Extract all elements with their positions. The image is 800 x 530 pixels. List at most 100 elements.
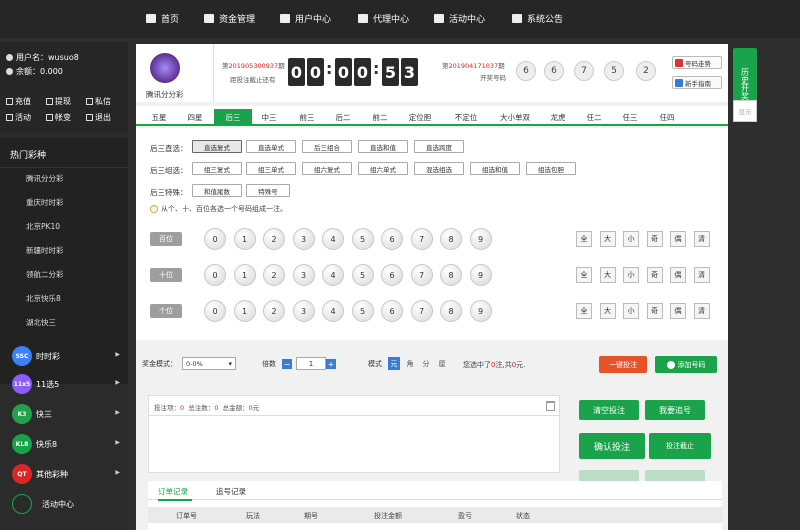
- subplay-button[interactable]: 组选和值: [470, 162, 520, 175]
- multiple-minus-button[interactable]: −: [282, 359, 292, 369]
- prize-mode-select[interactable]: 0-0%: [182, 357, 236, 370]
- number-ball[interactable]: 0: [204, 300, 226, 322]
- category-11x5[interactable]: 11x5 11选5 ▶: [0, 370, 128, 398]
- mode-jiao[interactable]: 角: [404, 357, 416, 370]
- show-toggle[interactable]: 显示: [733, 100, 757, 122]
- tab-big-small[interactable]: 大小单双: [494, 109, 536, 126]
- number-ball[interactable]: 5: [351, 300, 374, 322]
- number-ball[interactable]: 9: [469, 300, 492, 322]
- hot-game-item[interactable]: 北京快乐8: [26, 293, 61, 304]
- chase-button[interactable]: 我要追号: [645, 400, 705, 420]
- tab-first-three[interactable]: 前三: [292, 109, 322, 126]
- trend-button[interactable]: 号码走势: [672, 56, 722, 69]
- number-ball[interactable]: 4: [322, 264, 344, 286]
- filter-button[interactable]: 奇: [646, 303, 663, 319]
- subplay-button[interactable]: 直选和值: [358, 140, 408, 153]
- quick-bet-button[interactable]: 一键投注: [599, 356, 647, 373]
- recharge-link[interactable]: 充值: [6, 96, 31, 107]
- number-ball[interactable]: 0: [204, 264, 226, 286]
- filter-button[interactable]: 偶: [670, 303, 686, 319]
- add-number-button[interactable]: 添加号码: [655, 356, 717, 373]
- number-ball[interactable]: 2: [263, 264, 285, 286]
- filter-button[interactable]: 奇: [646, 267, 663, 283]
- hot-game-item[interactable]: 新疆时时彩: [26, 245, 64, 256]
- tab-position[interactable]: 定位胆: [402, 109, 438, 126]
- tab-four-star[interactable]: 四星: [180, 109, 210, 126]
- subplay-button[interactable]: 组三单式: [246, 162, 296, 175]
- category-kl8[interactable]: KL8 快乐8 ▶: [0, 430, 128, 458]
- tab-last-three[interactable]: 后三: [214, 109, 252, 126]
- nav-activity[interactable]: 活动中心: [434, 11, 485, 25]
- filter-button[interactable]: 小: [623, 267, 639, 283]
- tab-dragon-tiger[interactable]: 龙虎: [544, 109, 572, 126]
- number-ball[interactable]: 9: [469, 264, 492, 286]
- subplay-button[interactable]: 直选跨度: [414, 140, 464, 153]
- number-ball[interactable]: 3: [292, 264, 315, 286]
- subplay-button[interactable]: 直选复式: [192, 140, 242, 153]
- filter-button[interactable]: 全: [576, 267, 592, 283]
- subplay-button[interactable]: 组六复式: [302, 162, 352, 175]
- hot-game-item[interactable]: 领航二分彩: [26, 269, 64, 280]
- hot-game-item[interactable]: 腾讯分分彩: [26, 173, 64, 184]
- filter-button[interactable]: 奇: [646, 231, 663, 247]
- category-activity[interactable]: 活动中心: [0, 490, 128, 518]
- nav-agent-center[interactable]: 代理中心: [358, 11, 409, 25]
- nav-notice[interactable]: 系统公告: [512, 11, 563, 25]
- number-ball[interactable]: 8: [440, 228, 462, 250]
- number-ball[interactable]: 3: [292, 300, 315, 322]
- number-ball[interactable]: 8: [440, 264, 462, 286]
- number-ball[interactable]: 6: [381, 300, 403, 322]
- filter-button[interactable]: 小: [623, 303, 639, 319]
- account-change-link[interactable]: 帐变: [46, 112, 71, 123]
- number-ball[interactable]: 4: [322, 300, 344, 322]
- filter-button[interactable]: 大: [599, 231, 616, 247]
- mode-li[interactable]: 厘: [436, 357, 448, 370]
- category-ssc[interactable]: SSC 时时彩 ▶: [0, 342, 128, 370]
- subplay-button[interactable]: 组六单式: [358, 162, 408, 175]
- mode-yuan[interactable]: 元: [388, 357, 400, 370]
- tab-first-two[interactable]: 前二: [365, 109, 395, 126]
- tab-any-three[interactable]: 任三: [616, 109, 644, 126]
- category-other[interactable]: QT 其他彩种 ▶: [0, 460, 128, 488]
- subplay-button[interactable]: 和值尾数: [192, 184, 242, 197]
- filter-button[interactable]: 全: [576, 303, 592, 319]
- subplay-button[interactable]: 特殊号: [246, 184, 290, 197]
- number-ball[interactable]: 6: [381, 228, 403, 250]
- subplay-button[interactable]: 组三复式: [192, 162, 242, 175]
- number-ball[interactable]: 5: [351, 228, 374, 250]
- subplay-button[interactable]: 直选单式: [246, 140, 296, 153]
- tab-five-star[interactable]: 五星: [144, 109, 174, 126]
- subplay-button[interactable]: 组选包胆: [526, 162, 576, 175]
- tab-mid-three[interactable]: 中三: [254, 109, 284, 126]
- clear-bets-button[interactable]: 清空投注: [579, 400, 639, 420]
- hot-game-item[interactable]: 重庆时时彩: [26, 197, 64, 208]
- number-ball[interactable]: 7: [410, 228, 433, 250]
- tab-order-records[interactable]: 订单记录: [158, 486, 188, 497]
- filter-button[interactable]: 清: [693, 303, 710, 319]
- multiple-plus-button[interactable]: +: [326, 359, 336, 369]
- message-link[interactable]: 私信: [86, 96, 111, 107]
- subplay-button[interactable]: 混选组选: [414, 162, 464, 175]
- number-ball[interactable]: 6: [381, 264, 403, 286]
- number-ball[interactable]: 7: [410, 264, 433, 286]
- number-ball[interactable]: 1: [233, 264, 256, 286]
- number-ball[interactable]: 8: [440, 300, 462, 322]
- confirm-bet-button[interactable]: 确认投注: [579, 433, 645, 459]
- filter-button[interactable]: 小: [623, 231, 639, 247]
- filter-button[interactable]: 全: [576, 231, 592, 247]
- number-ball[interactable]: 7: [410, 300, 433, 322]
- category-k3[interactable]: K3 快三 ▶: [0, 400, 128, 428]
- logout-link[interactable]: 退出: [86, 112, 111, 123]
- trash-icon[interactable]: [546, 401, 555, 411]
- number-ball[interactable]: 9: [469, 228, 492, 250]
- filter-button[interactable]: 大: [599, 267, 616, 283]
- multiple-input[interactable]: 1: [296, 357, 326, 370]
- number-ball[interactable]: 5: [351, 264, 374, 286]
- mode-fen[interactable]: 分: [420, 357, 432, 370]
- tab-unpositioned[interactable]: 不定位: [448, 109, 484, 126]
- hot-game-item[interactable]: 湖北快三: [26, 317, 56, 328]
- filter-button[interactable]: 清: [693, 231, 710, 247]
- tab-any-two[interactable]: 任二: [580, 109, 608, 126]
- hot-game-item[interactable]: 北京PK10: [26, 221, 60, 232]
- filter-button[interactable]: 偶: [670, 231, 686, 247]
